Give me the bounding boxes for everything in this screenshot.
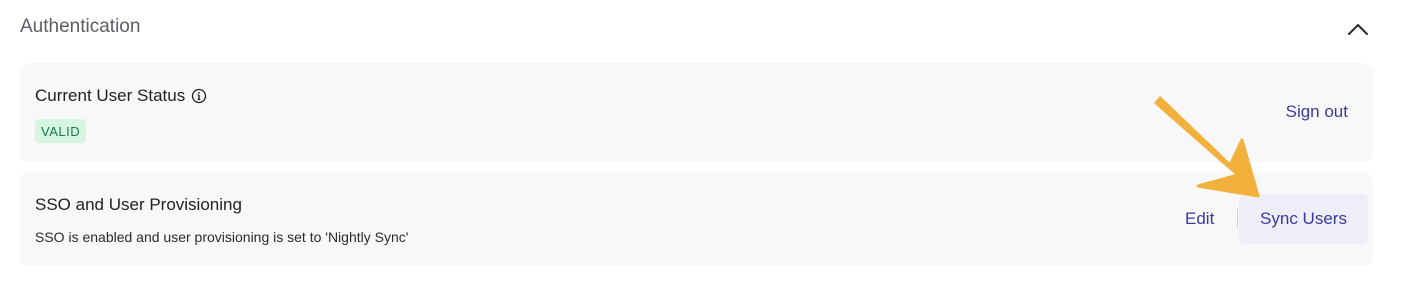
sso-card-description: SSO is enabled and user provisioning is … — [35, 229, 409, 245]
sign-out-button[interactable]: Sign out — [1286, 102, 1348, 122]
collapse-button[interactable] — [1342, 16, 1374, 42]
status-badge: VALID — [35, 119, 87, 143]
button-divider — [1237, 209, 1238, 229]
info-icon[interactable] — [191, 88, 207, 104]
chevron-up-icon — [1348, 24, 1368, 35]
section-header: Authentication — [20, 0, 1373, 58]
section-title: Authentication — [20, 16, 141, 37]
current-user-status-card: Current User Status VALID Sign out — [20, 63, 1373, 162]
sso-provisioning-card: SSO and User Provisioning SSO is enabled… — [20, 172, 1373, 266]
status-card-header: Current User Status — [35, 86, 207, 106]
edit-button[interactable]: Edit — [1185, 209, 1214, 229]
authentication-page: Authentication Current User Status VALID… — [0, 0, 1410, 285]
sync-users-button[interactable]: Sync Users — [1239, 194, 1368, 244]
sso-card-title: SSO and User Provisioning — [35, 195, 242, 214]
status-card-title: Current User Status — [35, 86, 186, 105]
